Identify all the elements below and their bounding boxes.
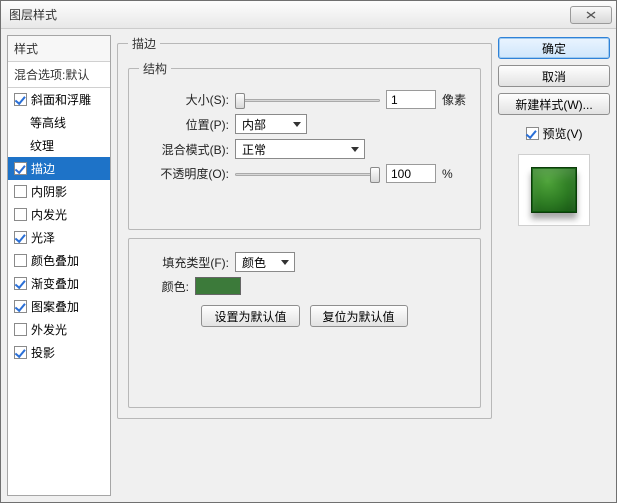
style-item-label: 光泽 <box>31 229 55 246</box>
style-item-4[interactable]: 内阴影 <box>8 180 110 203</box>
opacity-unit: % <box>442 167 470 181</box>
style-item-7[interactable]: 颜色叠加 <box>8 249 110 272</box>
styles-list-panel: 样式 混合选项:默认 斜面和浮雕等高线纹理描边内阴影内发光光泽颜色叠加渐变叠加图… <box>7 35 111 496</box>
position-value: 内部 <box>242 116 266 133</box>
opacity-input[interactable] <box>386 164 436 183</box>
settings-panel: 描边 结构 大小(S): 像素 位置(P): 内部 <box>117 35 492 496</box>
style-checkbox[interactable] <box>14 323 27 336</box>
stroke-group-legend: 描边 <box>128 35 160 52</box>
style-item-11[interactable]: 投影 <box>8 341 110 364</box>
style-item-label: 内阴影 <box>31 183 67 200</box>
style-item-label: 等高线 <box>30 114 66 131</box>
close-icon <box>586 11 596 19</box>
opacity-slider[interactable] <box>235 165 380 183</box>
layer-style-dialog: 图层样式 样式 混合选项:默认 斜面和浮雕等高线纹理描边内阴影内发光光泽颜色叠加… <box>0 0 617 503</box>
fill-type-label: 填充类型(F): <box>139 254 229 271</box>
fill-type-value: 颜色 <box>242 254 266 271</box>
make-default-button[interactable]: 设置为默认值 <box>201 305 299 327</box>
style-checkbox[interactable] <box>14 162 27 175</box>
structure-group-legend: 结构 <box>139 60 171 77</box>
style-checkbox[interactable] <box>14 185 27 198</box>
style-checkbox[interactable] <box>14 231 27 244</box>
ok-button[interactable]: 确定 <box>498 37 610 59</box>
blending-options-item[interactable]: 混合选项:默认 <box>8 62 110 88</box>
style-checkbox[interactable] <box>14 346 27 359</box>
preview-checkbox[interactable] <box>526 127 539 140</box>
position-select[interactable]: 内部 <box>235 114 307 134</box>
style-item-label: 图案叠加 <box>31 298 79 315</box>
style-checkbox[interactable] <box>14 300 27 313</box>
style-checkbox[interactable] <box>14 277 27 290</box>
style-item-label: 斜面和浮雕 <box>31 91 91 108</box>
size-label: 大小(S): <box>139 91 229 108</box>
titlebar: 图层样式 <box>1 1 616 29</box>
preview-toggle[interactable]: 预览(V) <box>498 125 610 142</box>
style-item-label: 纹理 <box>30 137 54 154</box>
style-checkbox[interactable] <box>14 93 27 106</box>
style-item-2[interactable]: 纹理 <box>8 134 110 157</box>
opacity-label: 不透明度(O): <box>139 165 229 182</box>
blend-mode-value: 正常 <box>242 141 266 158</box>
style-item-6[interactable]: 光泽 <box>8 226 110 249</box>
style-item-label: 描边 <box>31 160 55 177</box>
color-label: 颜色: <box>139 278 189 295</box>
style-item-1[interactable]: 等高线 <box>8 111 110 134</box>
size-unit: 像素 <box>442 91 470 108</box>
position-label: 位置(P): <box>139 116 229 133</box>
style-item-label: 内发光 <box>31 206 67 223</box>
style-item-8[interactable]: 渐变叠加 <box>8 272 110 295</box>
style-item-label: 外发光 <box>31 321 67 338</box>
right-panel: 确定 取消 新建样式(W)... 预览(V) <box>498 35 610 496</box>
style-item-9[interactable]: 图案叠加 <box>8 295 110 318</box>
cancel-button[interactable]: 取消 <box>498 65 610 87</box>
fill-type-select[interactable]: 颜色 <box>235 252 295 272</box>
style-item-5[interactable]: 内发光 <box>8 203 110 226</box>
dialog-title: 图层样式 <box>9 6 570 23</box>
style-item-10[interactable]: 外发光 <box>8 318 110 341</box>
reset-default-button[interactable]: 复位为默认值 <box>310 305 408 327</box>
preview-thumbnail <box>531 167 577 213</box>
style-item-label: 投影 <box>31 344 55 361</box>
fill-group: 填充类型(F): 颜色 颜色: 设置为默认值 复位为默认值 <box>128 238 481 408</box>
style-checkbox[interactable] <box>14 208 27 221</box>
blend-mode-label: 混合模式(B): <box>139 141 229 158</box>
style-item-label: 渐变叠加 <box>31 275 79 292</box>
color-swatch[interactable] <box>195 277 241 295</box>
new-style-button[interactable]: 新建样式(W)... <box>498 93 610 115</box>
blend-mode-select[interactable]: 正常 <box>235 139 365 159</box>
style-item-label: 颜色叠加 <box>31 252 79 269</box>
preview-box <box>518 154 590 226</box>
style-item-3[interactable]: 描边 <box>8 157 110 180</box>
styles-list-header[interactable]: 样式 <box>8 36 110 62</box>
preview-label: 预览(V) <box>543 125 583 142</box>
close-button[interactable] <box>570 6 612 24</box>
structure-group: 结构 大小(S): 像素 位置(P): 内部 <box>128 60 481 230</box>
style-checkbox[interactable] <box>14 254 27 267</box>
size-slider[interactable] <box>235 91 380 109</box>
size-input[interactable] <box>386 90 436 109</box>
stroke-group: 描边 结构 大小(S): 像素 位置(P): 内部 <box>117 35 492 419</box>
style-item-0[interactable]: 斜面和浮雕 <box>8 88 110 111</box>
